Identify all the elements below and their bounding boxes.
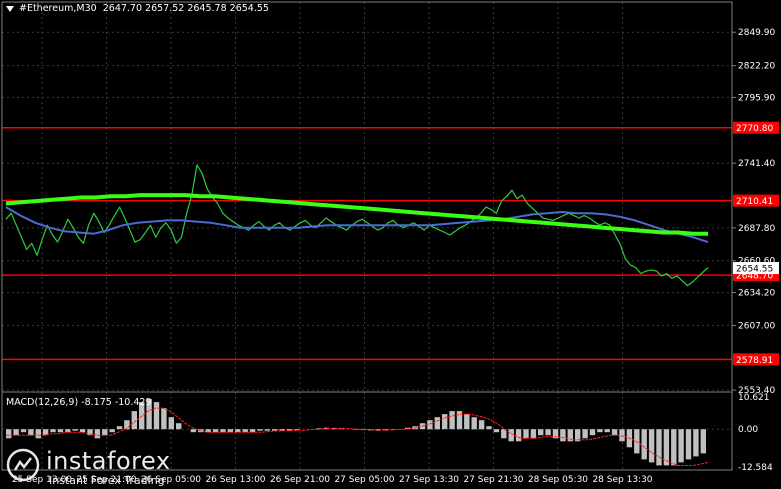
macd-histogram-bar bbox=[28, 429, 34, 436]
macd-histogram-bar bbox=[20, 429, 27, 433]
macd-histogram-bar bbox=[464, 414, 470, 430]
macd-histogram-bar bbox=[65, 429, 71, 433]
macd-histogram-bar bbox=[656, 429, 662, 466]
macd-histogram-bar bbox=[161, 408, 167, 430]
macd-histogram-bar bbox=[220, 429, 226, 433]
macd-histogram-bar bbox=[648, 429, 655, 463]
axes: 25 Sep 13:00 25 Sep 21:00 26 Sep 05:00 26 S… bbox=[1, 1, 779, 485]
instaforex-logo-icon bbox=[6, 448, 40, 482]
macd-tick-label: -12.584 bbox=[738, 463, 773, 473]
macd-histogram-bar bbox=[471, 417, 477, 430]
macd-histogram-bar bbox=[264, 429, 270, 431]
macd-histogram-bar bbox=[493, 429, 500, 433]
macd-tick-label: 10.621 bbox=[738, 393, 770, 403]
macd-histogram-bar bbox=[604, 429, 610, 433]
macd-histogram-bar bbox=[102, 429, 108, 436]
watermark-tagline: Instant Forex Trading bbox=[49, 474, 165, 487]
macd-histogram-bar bbox=[611, 429, 618, 436]
macd-histogram-bar bbox=[700, 429, 706, 454]
x-tick-label: 26 Sep 21:00 bbox=[270, 475, 330, 485]
ohlc-values: 2647.70 2657.52 2645.78 2654.55 bbox=[102, 3, 269, 14]
macd-tick-label: 0.00 bbox=[738, 425, 758, 435]
macd-histogram-bar bbox=[116, 426, 123, 430]
macd-histogram-bar bbox=[442, 414, 448, 430]
macd-histogram-bar bbox=[242, 429, 248, 433]
macd-histogram-bar bbox=[35, 429, 41, 439]
dropdown-triangle-icon[interactable] bbox=[6, 5, 14, 12]
macd-histogram-bar bbox=[515, 429, 522, 442]
macd-histogram-bar bbox=[589, 429, 596, 436]
macd-histogram-bar bbox=[545, 429, 551, 436]
macd-histogram-bar bbox=[6, 429, 12, 439]
macd-histogram-bar bbox=[50, 429, 56, 433]
x-tick-label: 27 Sep 21:30 bbox=[463, 475, 523, 485]
x-tick-label: 28 Sep 05:30 bbox=[528, 475, 588, 485]
y-tick-label: 2795.90 bbox=[738, 93, 775, 103]
y-tick-label: 2741.40 bbox=[738, 159, 775, 169]
macd-histogram-bar bbox=[153, 402, 160, 430]
macd-histogram-bar bbox=[124, 420, 130, 430]
macd-histogram-bar bbox=[582, 429, 588, 439]
chart-canvas: 2770.802710.412648.702578.91 25 Sep 13:0… bbox=[1, 1, 779, 485]
macd-histogram-bar bbox=[205, 429, 211, 433]
level-label: 2710.41 bbox=[736, 197, 773, 207]
macd-histogram-bar bbox=[486, 426, 492, 430]
y-tick-label: 2849.90 bbox=[738, 28, 775, 38]
macd-histogram-bar bbox=[249, 429, 256, 433]
macd-histogram-bar bbox=[94, 429, 101, 439]
slow-ma-line bbox=[5, 206, 709, 244]
macd-histogram-bar bbox=[235, 429, 241, 433]
macd-histogram-bar bbox=[685, 429, 692, 460]
macd-histogram-bar bbox=[190, 429, 197, 433]
chart-header: #Ethereum,M30 2647.70 2657.52 2645.78 26… bbox=[6, 3, 269, 14]
macd-histogram-bar bbox=[257, 429, 263, 431]
macd-histogram-bar bbox=[530, 429, 537, 439]
level-label: 2578.91 bbox=[736, 356, 773, 366]
x-tick-label: 28 Sep 13:30 bbox=[592, 475, 652, 485]
macd-histogram-bar bbox=[176, 423, 182, 430]
current-price-label: 2654.55 bbox=[736, 265, 773, 275]
horizontal-levels: 2770.802710.412648.702578.91 bbox=[2, 121, 779, 366]
macd-histogram-bar bbox=[13, 429, 19, 436]
macd-histogram-bar bbox=[619, 429, 625, 442]
watermark-brand: instaforex bbox=[46, 447, 171, 475]
macd-histogram-bar bbox=[678, 429, 684, 463]
macd-histogram-bar bbox=[478, 420, 485, 430]
macd-histogram-bar bbox=[212, 429, 219, 433]
macd-histogram-bar bbox=[597, 429, 603, 433]
macd-histogram-bar bbox=[538, 429, 544, 436]
macd-histogram-bar bbox=[57, 429, 64, 433]
macd-histogram-bar bbox=[109, 429, 115, 433]
x-tick-label: 27 Sep 13:30 bbox=[399, 475, 459, 485]
y-tick-label: 2634.20 bbox=[738, 289, 775, 299]
macd-histogram-bar bbox=[634, 429, 640, 454]
price-series bbox=[5, 164, 709, 287]
macd-histogram-bar bbox=[131, 411, 137, 430]
macd-histogram-bar bbox=[523, 429, 529, 439]
macd-histogram-bar bbox=[72, 429, 78, 431]
macd-histogram-bar bbox=[168, 417, 174, 430]
macd-histogram-bar bbox=[641, 429, 647, 460]
y-tick-label: 2822.20 bbox=[738, 62, 775, 72]
symbol-label: #Ethereum,M30 bbox=[19, 3, 97, 14]
y-tick-label: 2607.00 bbox=[738, 321, 775, 331]
macd-header: MACD(12,26,9) -8.175 -10.429 bbox=[6, 397, 152, 408]
macd-histogram-bar bbox=[693, 429, 699, 457]
macd-histogram-bar bbox=[560, 429, 566, 442]
macd-histogram-bar bbox=[671, 429, 677, 466]
y-tick-label: 2687.80 bbox=[738, 224, 775, 234]
x-tick-label: 26 Sep 13:00 bbox=[205, 475, 265, 485]
macd-histogram-bar bbox=[434, 417, 440, 430]
x-tick-label: 27 Sep 05:00 bbox=[334, 475, 394, 485]
macd-histogram-bar bbox=[449, 411, 455, 430]
macd-histogram-bar bbox=[79, 429, 86, 433]
macd-histogram-bar bbox=[227, 429, 234, 433]
level-label: 2770.80 bbox=[736, 124, 773, 134]
